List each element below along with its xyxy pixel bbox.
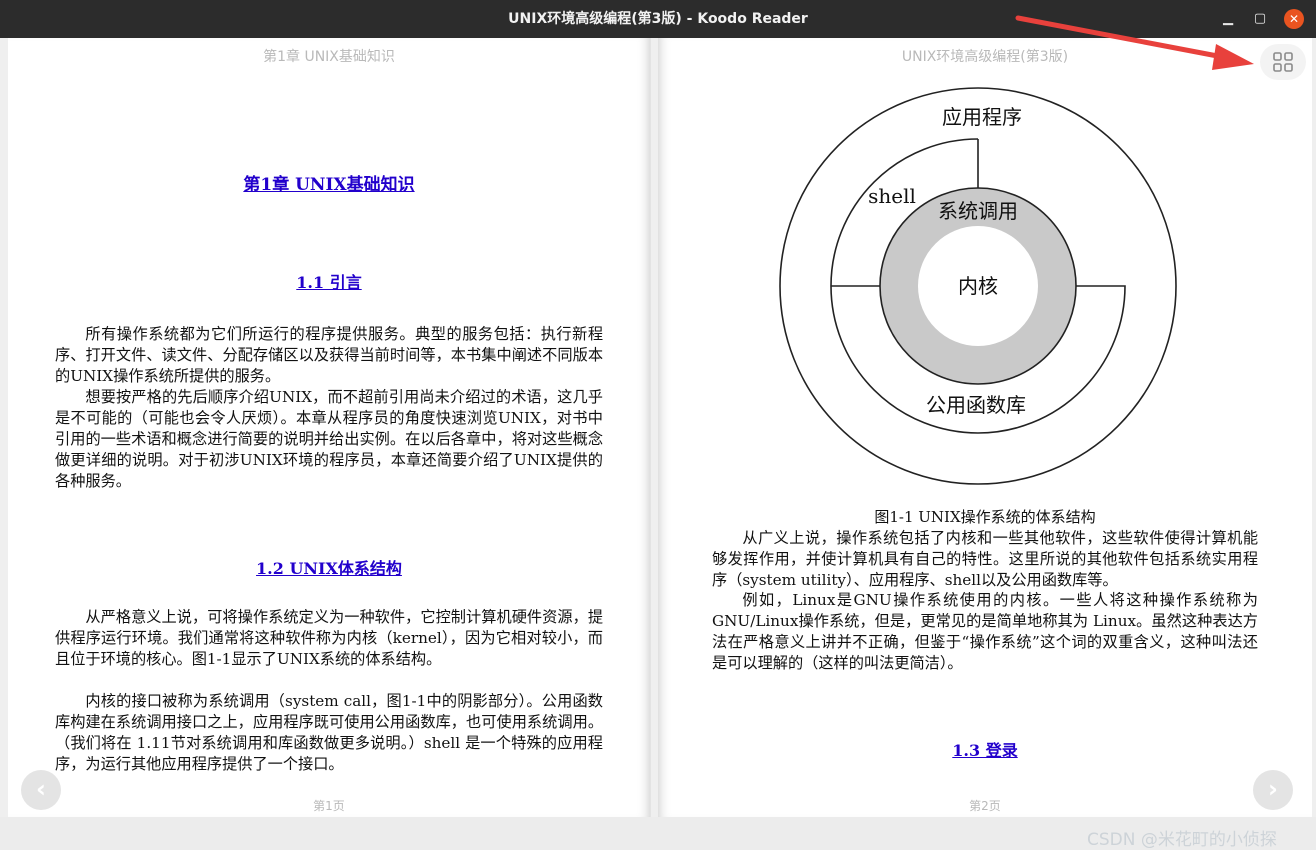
page-number: 第2页 (969, 799, 1001, 813)
chevron-left-icon: ‹ (36, 775, 46, 803)
figure-caption: 图1-1 UNIX操作系统的体系结构 (874, 508, 1096, 526)
reader-view: 第1章 UNIX基础知识 第1章 UNIX基础知识 1.1 引言 所有操作系统都… (0, 38, 1316, 850)
diagram-label-syscall: 系统调用 (938, 199, 1018, 223)
annotation-arrow (1015, 15, 1254, 70)
right-page: UNIX环境高级编程(第3版) 应用程序 shell 系统调用 内核 公用函数库… (658, 38, 1312, 817)
chapter-title-link[interactable]: 第1章 UNIX基础知识 (8, 170, 650, 195)
previous-page-button[interactable]: ‹ (21, 770, 61, 810)
paragraph: 想要按严格的先后顺序介绍UNIX，而不超前引用尚未介绍过的术语，这几乎是不可能的… (55, 388, 603, 490)
paragraph: 从广义上说，操作系统包括了内核和一些其他软件，这些软件使得计算机能够发挥作用，并… (712, 529, 1258, 589)
diagram-label-library: 公用函数库 (926, 393, 1026, 417)
close-button[interactable]: ✕ (1284, 9, 1304, 29)
unix-architecture-diagram: 应用程序 shell 系统调用 内核 公用函数库 (779, 87, 1177, 485)
csdn-watermark: CSDN @米花町的小侦探 (1087, 830, 1277, 850)
paragraph: 内核的接口被称为系统调用（system call，图1-1中的阴影部分）。公用函… (55, 692, 603, 773)
section-1-3-link[interactable]: 1.3 登录 (658, 737, 1312, 761)
chevron-right-icon: › (1268, 775, 1278, 803)
left-page: 第1章 UNIX基础知识 第1章 UNIX基础知识 1.1 引言 所有操作系统都… (8, 38, 651, 817)
page-number: 第1页 (313, 799, 345, 813)
section-1-1-link[interactable]: 1.1 引言 (8, 269, 650, 293)
paragraph: 所有操作系统都为它们所运行的程序提供服务。典型的服务包括：执行新程序、打开文件、… (55, 325, 603, 385)
paragraph: 从严格意义上说，可将操作系统定义为一种软件，它控制计算机硬件资源，提供程序运行环… (55, 608, 603, 668)
diagram-label-application: 应用程序 (942, 105, 1022, 129)
diagram-label-kernel: 内核 (958, 274, 998, 298)
paragraph: 例如，Linux是GNU操作系统使用的内核。一些人将这种操作系统称为GNU/Li… (712, 591, 1258, 672)
diagram-label-shell: shell (868, 184, 916, 208)
page-header: 第1章 UNIX基础知识 (263, 49, 395, 65)
next-page-button[interactable]: › (1253, 770, 1293, 810)
section-1-2-link[interactable]: 1.2 UNIX体系结构 (8, 555, 650, 579)
